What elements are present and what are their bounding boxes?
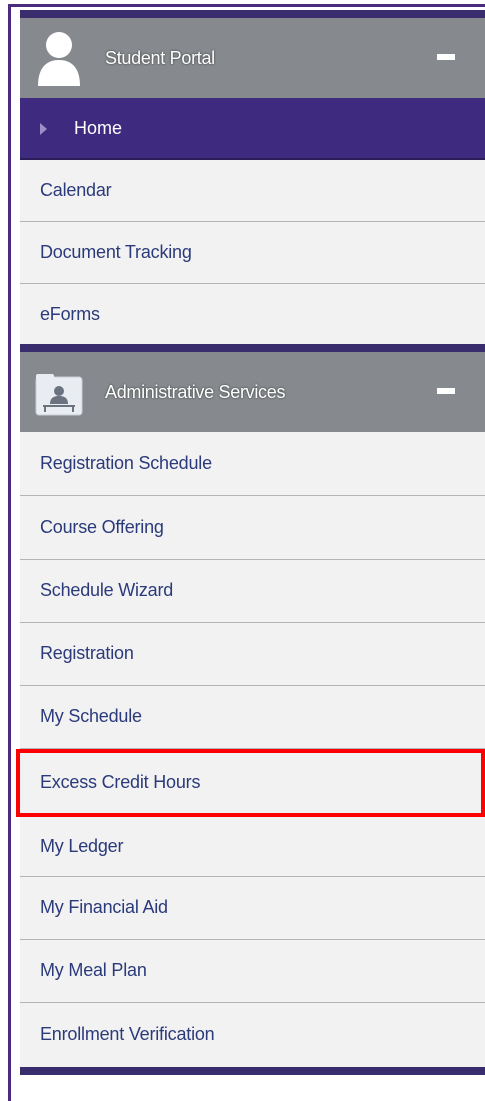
sidebar-item-registration-schedule[interactable]: Registration Schedule (20, 432, 485, 496)
sidebar-item-label: Home (74, 118, 123, 138)
sidebar-item-label: My Schedule (40, 706, 142, 726)
sidebar-menu: Student Portal Home Calendar Document Tr… (16, 10, 485, 1075)
sidebar-item-my-schedule[interactable]: My Schedule (20, 686, 485, 749)
sidebar-item-label: Enrollment Verification (40, 1024, 215, 1044)
sidebar-item-registration[interactable]: Registration (20, 623, 485, 686)
sidebar-item-eforms[interactable]: eForms (20, 284, 485, 344)
admin-folder-icon (35, 374, 83, 416)
sidebar-item-course-offering[interactable]: Course Offering (20, 496, 485, 560)
sidebar-item-my-financial-aid[interactable]: My Financial Aid (20, 877, 485, 940)
sidebar-item-label: Course Offering (40, 517, 164, 537)
sidebar-item-excess-credit-hours[interactable]: Excess Credit Hours (16, 749, 485, 817)
sidebar-item-my-meal-plan[interactable]: My Meal Plan (20, 940, 485, 1003)
section-title: Administrative Services (105, 382, 286, 402)
chevron-right-icon (40, 123, 47, 135)
sidebar-item-schedule-wizard[interactable]: Schedule Wizard (20, 560, 485, 623)
sidebar-item-label: My Financial Aid (40, 897, 168, 917)
section-title: Student Portal (105, 48, 215, 68)
minus-icon[interactable] (437, 388, 455, 394)
sidebar-item-label: eForms (40, 304, 100, 324)
sidebar-item-label: My Meal Plan (40, 960, 147, 980)
sidebar-item-home[interactable]: Home (20, 98, 485, 160)
sidebar-item-document-tracking[interactable]: Document Tracking (20, 222, 485, 284)
sidebar-item-my-ledger[interactable]: My Ledger (20, 817, 485, 877)
bottom-bar (20, 1067, 485, 1075)
sidebar-item-label: Calendar (40, 180, 112, 200)
user-icon (38, 32, 80, 86)
sidebar-item-label: My Ledger (40, 836, 124, 856)
sidebar-item-label: Document Tracking (40, 242, 192, 262)
sidebar-item-label: Registration Schedule (40, 453, 212, 473)
sidebar-item-calendar[interactable]: Calendar (20, 160, 485, 222)
sidebar-item-label: Schedule Wizard (40, 580, 174, 600)
minus-icon[interactable] (437, 54, 455, 60)
administrative-services-header[interactable]: Administrative Services (20, 344, 485, 432)
sidebar-item-label: Registration (40, 643, 134, 663)
sidebar-item-enrollment-verification[interactable]: Enrollment Verification (20, 1003, 485, 1067)
sidebar-item-label: Excess Credit Hours (40, 772, 201, 792)
student-portal-header[interactable]: Student Portal (20, 10, 485, 98)
